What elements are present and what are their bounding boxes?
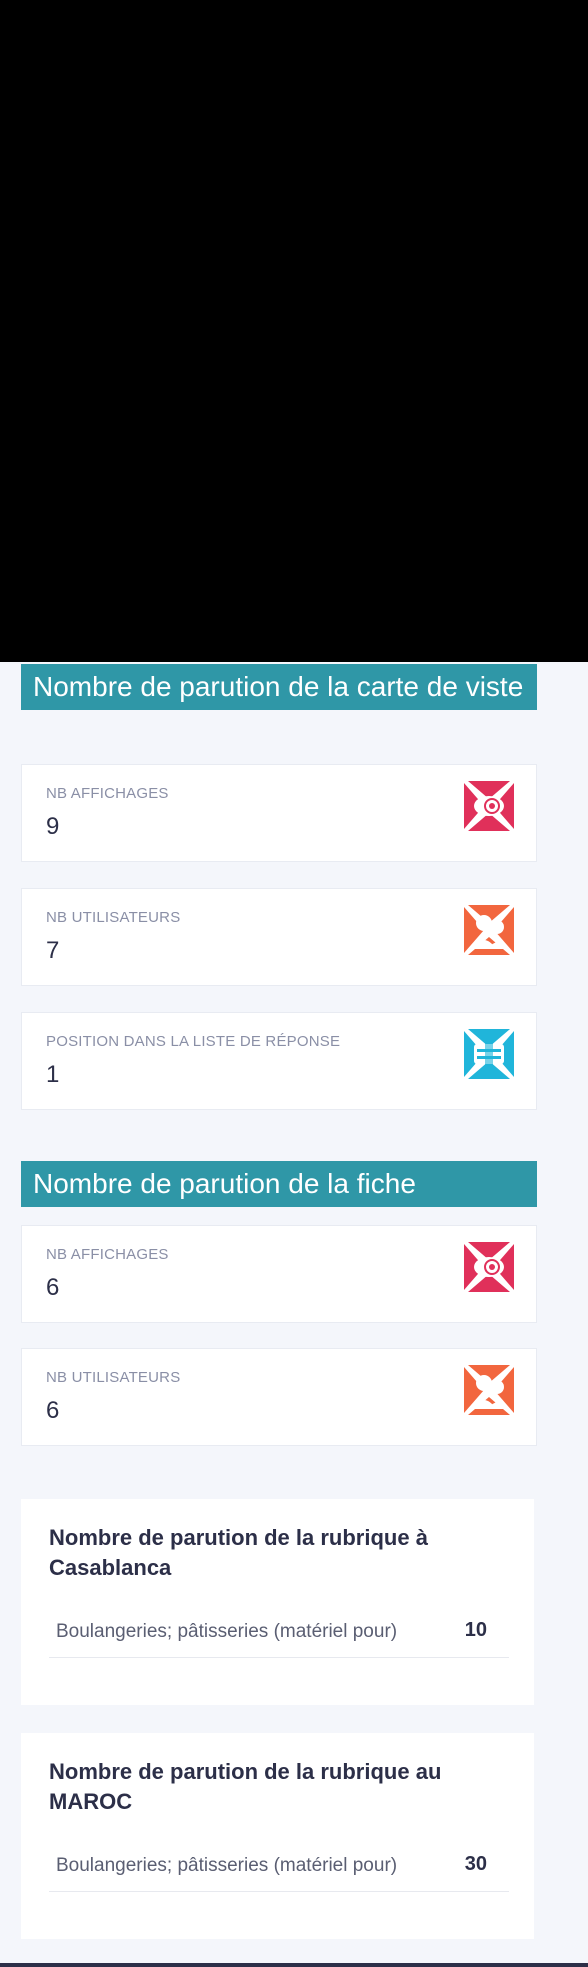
bottom-border [0,1963,588,1967]
list-position-icon [464,1029,514,1079]
page-gutter [537,662,588,1967]
eye-icon [464,781,514,831]
stat-label: NB AFFICHAGES [46,1246,169,1263]
stat-card-position-carte: POSITION DANS LA LISTE DE RÉPONSE 1 [21,1012,537,1110]
blank-top-area [0,0,588,662]
section-title-fiche: Nombre de parution de la fiche [21,1161,537,1207]
stat-label: NB UTILISATEURS [46,909,181,926]
rubrique-count: 30 [464,1853,487,1875]
stat-value: 1 [46,1061,60,1088]
rubrique-casablanca-card: Nombre de parution de la rubrique à Casa… [21,1499,534,1705]
stat-value: 6 [46,1274,60,1301]
rubrique-count: 10 [464,1619,487,1641]
eye-icon [464,1242,514,1292]
stat-label: NB UTILISATEURS [46,1369,181,1386]
stat-value: 9 [46,813,60,840]
table-row: Boulangeries; pâtisseries (matériel pour… [49,1843,509,1892]
stat-card-utilisateurs-carte: NB UTILISATEURS 7 [21,888,537,986]
stat-card-affichages-fiche: NB AFFICHAGES 6 [21,1225,537,1323]
users-icon [464,1365,514,1415]
table-row: Boulangeries; pâtisseries (matériel pour… [49,1609,509,1658]
stat-value: 7 [46,937,60,964]
rubrique-name: Boulangeries; pâtisseries (matériel pour… [56,1621,398,1642]
stat-label: POSITION DANS LA LISTE DE RÉPONSE [46,1033,341,1050]
stat-value: 6 [46,1397,60,1424]
rubrique-name: Boulangeries; pâtisseries (matériel pour… [56,1855,398,1876]
rubrique-title: Nombre de parution de la rubrique à Casa… [49,1525,428,1580]
stat-card-utilisateurs-fiche: NB UTILISATEURS 6 [21,1348,537,1446]
stat-label: NB AFFICHAGES [46,785,169,802]
rubrique-title: Nombre de parution de la rubrique au MAR… [49,1759,442,1814]
rubrique-maroc-card: Nombre de parution de la rubrique au MAR… [21,1733,534,1939]
stat-card-affichages-carte: NB AFFICHAGES 9 [21,764,537,862]
section-title-carte: Nombre de parution de la carte de viste [21,664,537,710]
users-icon [464,905,514,955]
